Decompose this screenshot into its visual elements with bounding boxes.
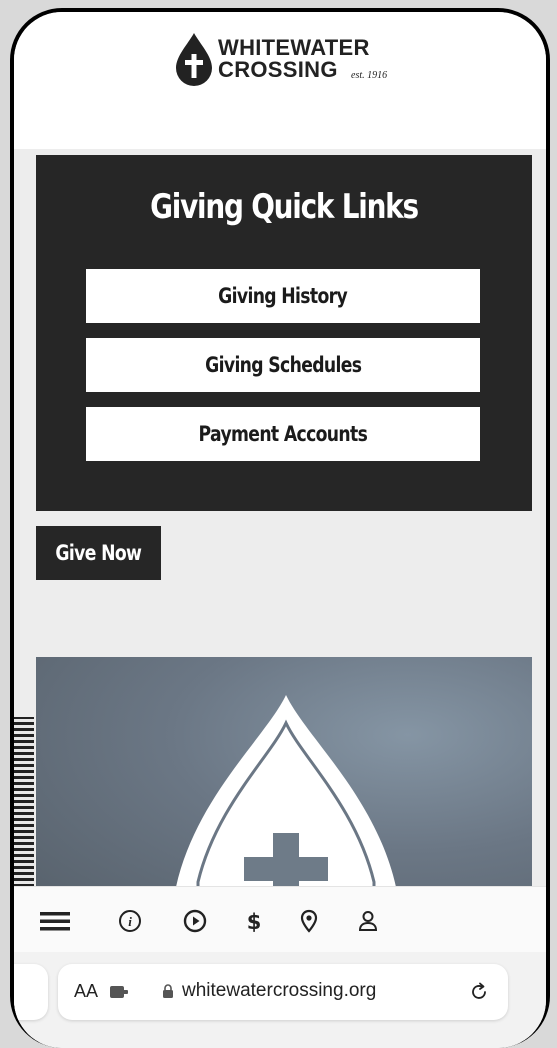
location-pin-icon[interactable] xyxy=(297,909,321,933)
quick-links-title: Giving Quick Links xyxy=(150,187,419,227)
play-icon[interactable] xyxy=(183,909,207,933)
logo-line1: WHITEWATER xyxy=(218,35,370,60)
drop-cross-graphic xyxy=(176,695,396,917)
extension-icon[interactable] xyxy=(110,984,128,1000)
logo-est: est. 1916 xyxy=(351,70,388,81)
site-header: WHITEWATER CROSSING est. 1916 xyxy=(14,12,546,149)
giving-history-button[interactable]: Giving History xyxy=(86,269,480,323)
lock-icon xyxy=(163,984,173,998)
site-logo[interactable]: WHITEWATER CROSSING est. 1916 xyxy=(174,32,404,87)
give-now-button[interactable]: Give Now xyxy=(36,526,161,580)
info-icon[interactable]: i xyxy=(118,909,142,933)
payment-accounts-label: Payment Accounts xyxy=(198,422,368,446)
previous-tab-card[interactable] xyxy=(14,964,48,1020)
user-icon[interactable] xyxy=(356,909,380,933)
address-bar[interactable]: AA whitewatercrossing.org xyxy=(58,964,508,1020)
menu-icon[interactable] xyxy=(40,909,70,933)
reload-icon[interactable] xyxy=(468,981,490,1003)
browser-toolbar: AA whitewatercrossing.org xyxy=(14,952,546,1048)
drop-cross-icon xyxy=(176,33,212,86)
giving-history-label: Giving History xyxy=(218,284,349,308)
payment-accounts-button[interactable]: Payment Accounts xyxy=(86,407,480,461)
bottom-tab-bar: i $ xyxy=(14,886,546,952)
url-text: whitewatercrossing.org xyxy=(182,980,377,1001)
giving-schedules-button[interactable]: Giving Schedules xyxy=(86,338,480,392)
give-now-label: Give Now xyxy=(55,541,142,565)
screen: WHITEWATER CROSSING est. 1916 Giving Qui… xyxy=(14,12,546,1048)
dollar-icon[interactable]: $ xyxy=(242,909,266,933)
side-pattern xyxy=(14,717,34,887)
hero-image xyxy=(36,657,532,917)
phone-frame: WHITEWATER CROSSING est. 1916 Giving Qui… xyxy=(10,8,550,1048)
svg-text:$: $ xyxy=(247,910,262,933)
text-size-label: AA xyxy=(74,981,99,1001)
giving-schedules-label: Giving Schedules xyxy=(204,353,362,377)
svg-text:i: i xyxy=(128,914,132,929)
giving-quick-links-panel: Giving Quick Links Giving History Giving… xyxy=(36,155,532,511)
text-size-button[interactable]: AA xyxy=(74,981,98,1002)
logo-line2: CROSSING xyxy=(218,57,338,82)
